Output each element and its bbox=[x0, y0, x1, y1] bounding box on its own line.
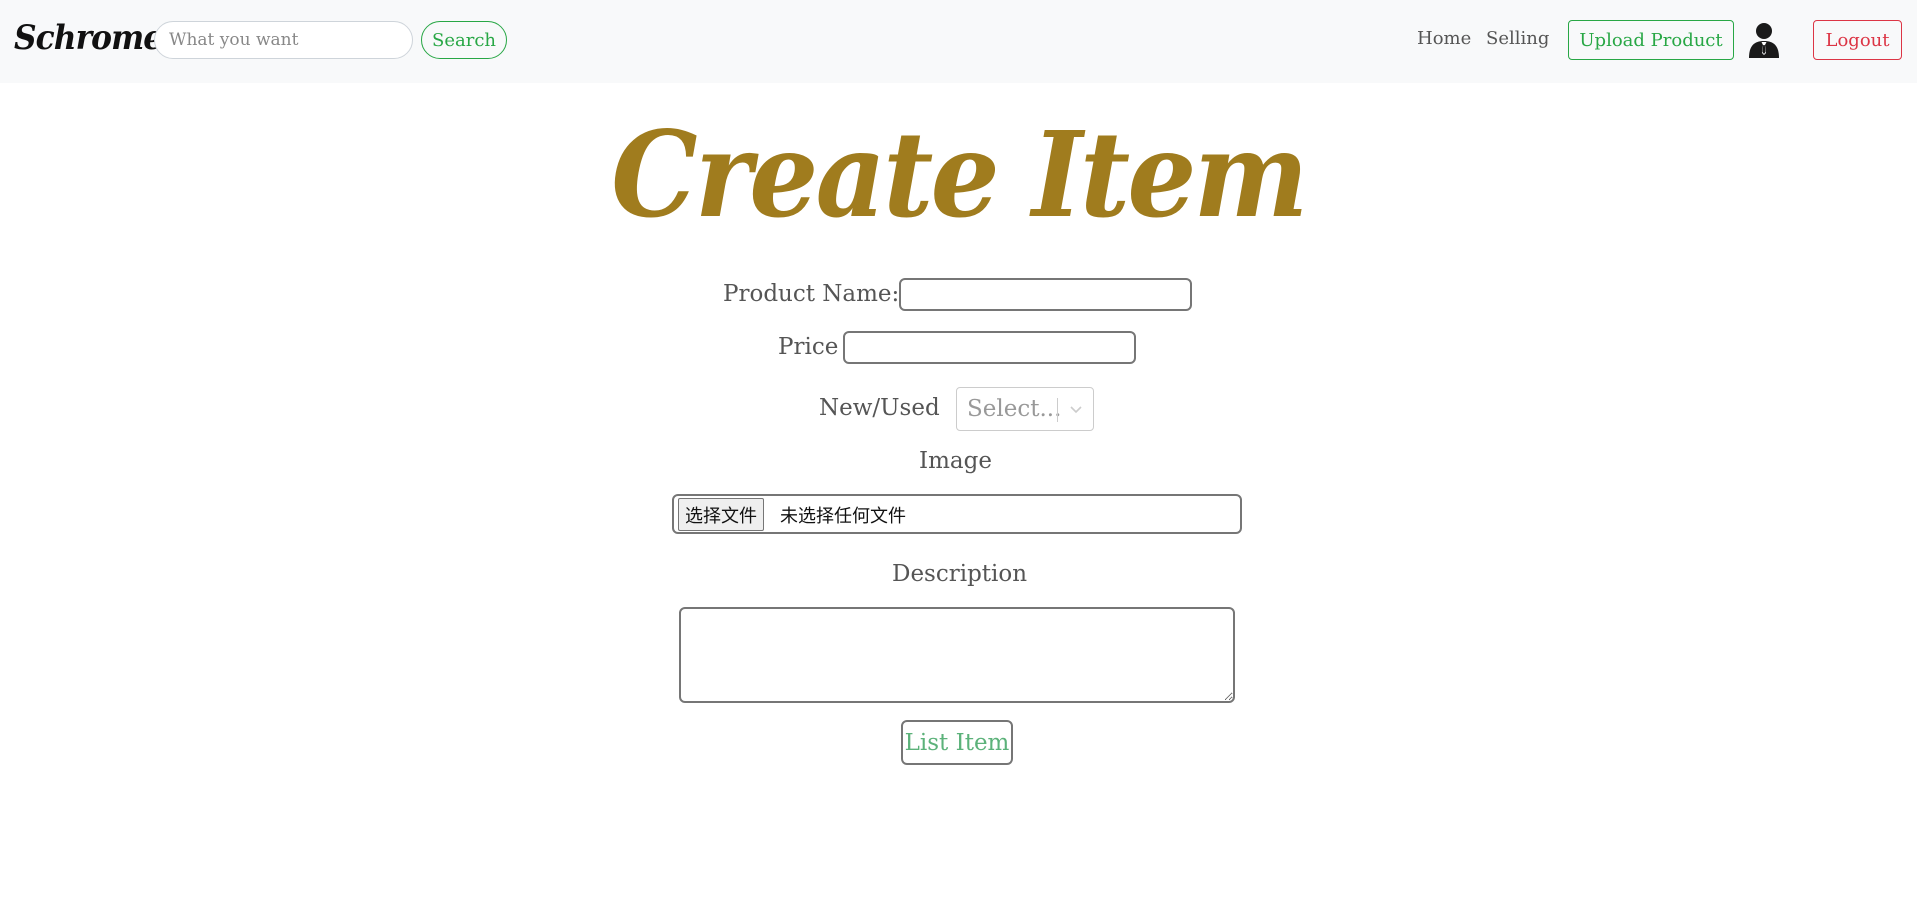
condition-select[interactable]: Select... bbox=[956, 387, 1094, 431]
chevron-down-icon[interactable] bbox=[1067, 400, 1085, 418]
search-button[interactable]: Search bbox=[421, 21, 507, 59]
price-label: Price bbox=[778, 334, 839, 360]
list-item-button[interactable]: List Item bbox=[901, 720, 1013, 765]
search-input[interactable] bbox=[154, 21, 413, 59]
product-name-label: Product Name: bbox=[723, 281, 900, 307]
logout-button[interactable]: Logout bbox=[1813, 20, 1902, 60]
choose-file-button[interactable]: 选择文件 bbox=[678, 498, 764, 531]
page-title: Create Item bbox=[611, 105, 1308, 244]
nav-link-selling[interactable]: Selling bbox=[1486, 28, 1549, 49]
file-status-text: 未选择任何文件 bbox=[780, 506, 906, 527]
select-separator bbox=[1057, 398, 1058, 422]
price-input[interactable] bbox=[843, 331, 1136, 364]
image-file-input[interactable]: 选择文件 未选择任何文件 bbox=[672, 494, 1242, 534]
product-name-input[interactable] bbox=[899, 278, 1192, 311]
image-label: Image bbox=[919, 448, 992, 474]
condition-label: New/Used bbox=[819, 395, 940, 421]
navbar: Schromeo Search Home Selling Upload Prod… bbox=[0, 0, 1917, 83]
condition-select-value: Select... bbox=[967, 396, 1062, 422]
nav-link-home[interactable]: Home bbox=[1417, 28, 1471, 49]
description-label: Description bbox=[892, 561, 1028, 587]
description-textarea[interactable] bbox=[679, 607, 1235, 703]
upload-product-button[interactable]: Upload Product bbox=[1568, 20, 1734, 60]
user-icon[interactable] bbox=[1748, 22, 1780, 58]
